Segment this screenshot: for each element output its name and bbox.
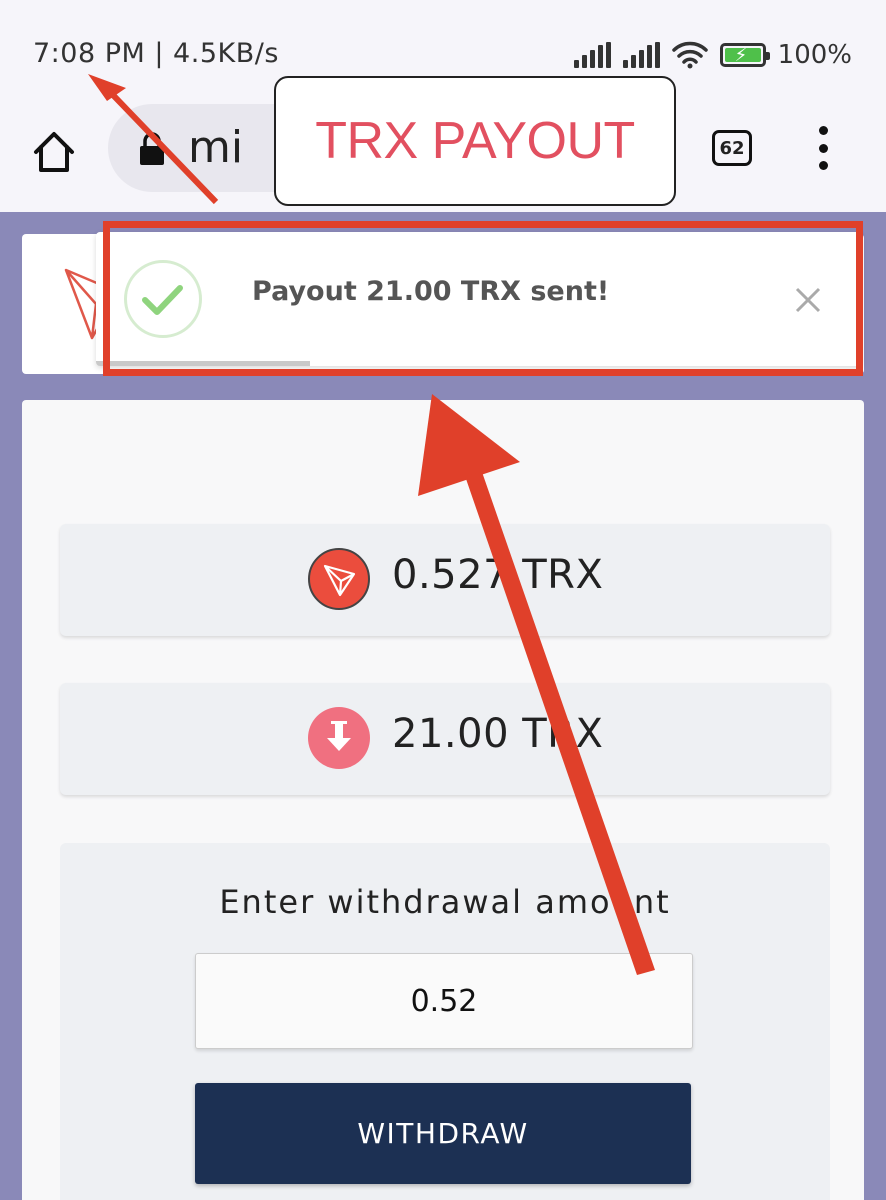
highlight-rectangle (103, 221, 863, 376)
signal-icon (573, 42, 611, 68)
download-icon (308, 707, 370, 769)
payout-value: 21.00 TRX (392, 711, 604, 757)
more-vert-icon[interactable] (808, 126, 838, 170)
withdraw-panel: Enter withdrawal amount WITHDRAW (60, 843, 830, 1200)
wifi-icon (671, 41, 708, 69)
withdraw-label: Enter withdrawal amount (219, 883, 671, 921)
battery-icon: ⚡ (719, 43, 770, 67)
annotation-callout: TRX PAYOUT (274, 76, 676, 206)
balance-value: 0.527 TRX (392, 552, 604, 598)
balance-box: 0.527 TRX (60, 524, 830, 636)
payout-box: 21.00 TRX (60, 683, 830, 795)
url-text: mi (188, 122, 244, 173)
home-icon[interactable] (30, 128, 78, 176)
tab-count: 62 (719, 137, 745, 159)
withdraw-button[interactable]: WITHDRAW (195, 1083, 691, 1184)
tab-switcher-button[interactable]: 62 (712, 130, 752, 166)
status-time: 7:08 PM | 4.5KB/s (33, 38, 279, 69)
battery-percent: 100% (777, 40, 852, 70)
signal-icon (622, 42, 660, 68)
withdraw-amount-input[interactable] (195, 953, 693, 1049)
tron-icon (308, 548, 370, 610)
callout-text: TRX PAYOUT (315, 112, 635, 170)
lock-icon (140, 132, 164, 165)
status-icons: ⚡ 100% (573, 38, 852, 72)
